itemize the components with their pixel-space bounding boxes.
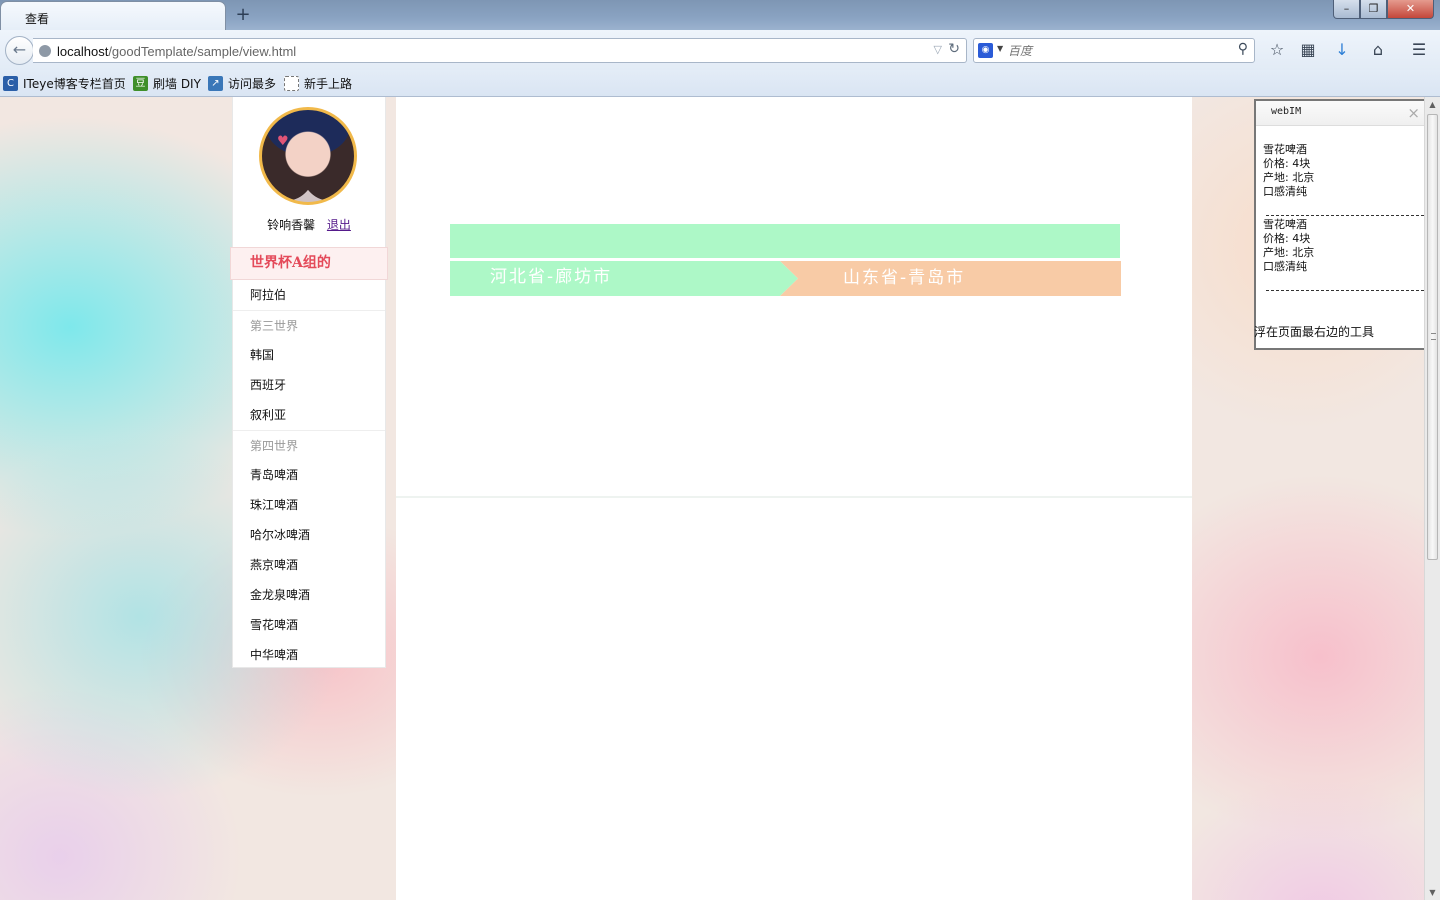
tab-title: 查看 bbox=[25, 12, 50, 26]
menu-title: 世界杯A组的 bbox=[230, 247, 388, 280]
chat-message-line: 产地: 北京 bbox=[1263, 171, 1315, 184]
engine-dropdown-icon[interactable]: ▼ bbox=[997, 44, 1003, 53]
menu-item[interactable]: 韩国 bbox=[233, 340, 385, 370]
menu-item[interactable]: 哈尔冰啤酒 bbox=[233, 520, 385, 550]
sidebar-menu: 阿拉伯 第三世界 韩国 西班牙 叙利亚 第四世界 青岛啤酒 珠江啤酒 哈尔冰啤酒 燕京啤酒 金龙泉啤… bbox=[233, 280, 385, 670]
menu-item[interactable]: 雪花啤酒 bbox=[233, 610, 385, 640]
message-separator bbox=[1266, 215, 1424, 216]
chat-message: 雪花啤酒 价格: 4块 产地: 北京 口感清纯 bbox=[1256, 218, 1424, 291]
restore-button[interactable]: ❐ bbox=[1360, 0, 1387, 19]
heart-icon: ♥ bbox=[277, 134, 289, 149]
back-button[interactable]: ← bbox=[5, 36, 34, 65]
content-divider bbox=[396, 496, 1192, 498]
history-dropdown-icon[interactable]: ▽ bbox=[934, 43, 942, 56]
menu-item[interactable]: 燕京啤酒 bbox=[233, 550, 385, 580]
most-visited-icon: ↗ bbox=[208, 76, 223, 91]
chat-message: 雪花啤酒 价格: 4块 产地: 北京 口感清纯 bbox=[1256, 143, 1424, 216]
close-icon[interactable]: × bbox=[1407, 104, 1420, 122]
bookmark-label: 访问最多 bbox=[228, 77, 277, 91]
url-host: localhost bbox=[57, 44, 109, 59]
user-name: 铃响香馨 bbox=[267, 218, 316, 232]
menu-item[interactable]: 中华啤酒 bbox=[233, 640, 385, 670]
browser-tab[interactable]: 查看 bbox=[0, 1, 226, 31]
menu-item[interactable]: 叙利亚 bbox=[233, 400, 385, 430]
chat-message-line: 价格: 4块 bbox=[1263, 232, 1311, 245]
bookmark-iteye[interactable]: C ITeye博客专栏首页 bbox=[3, 75, 126, 92]
scroll-down-icon[interactable]: ▼ bbox=[1425, 885, 1440, 900]
user-info: 铃响香馨 退出 bbox=[233, 216, 385, 233]
url-text: localhost/goodTemplate/sample/view.html bbox=[57, 44, 296, 59]
chat-message-line: 口感清纯 bbox=[1263, 185, 1307, 198]
bookmark-diy[interactable]: 豆 刷墙 DIY bbox=[133, 75, 201, 92]
search-icon[interactable]: ⚲ bbox=[1238, 41, 1248, 57]
vertical-scrollbar[interactable]: ▲ ▼ bbox=[1424, 97, 1440, 900]
scrollbar-thumb[interactable] bbox=[1427, 114, 1438, 560]
window-controls: – ❐ ✕ bbox=[1333, 0, 1434, 19]
step-bar: 河北省-廊坊市 山东省-青岛市 bbox=[450, 261, 1121, 296]
getting-started-icon bbox=[284, 76, 299, 91]
sidebar: ♥ 铃响香馨 退出 世界杯A组的 阿拉伯 第三世界 韩国 西班牙 叙利亚 第四世界 青岛啤酒… bbox=[230, 97, 388, 670]
menu-item[interactable]: 西班牙 bbox=[233, 370, 385, 400]
main-content: 河北省-廊坊市 山东省-青岛市 bbox=[396, 97, 1192, 900]
search-bar: ◉ ▼ ⚲ bbox=[973, 38, 1255, 63]
chat-message-line: 雪花啤酒 bbox=[1263, 218, 1307, 231]
chat-message-line: 产地: 北京 bbox=[1263, 246, 1315, 259]
minimize-button[interactable]: – bbox=[1333, 0, 1360, 19]
search-input[interactable] bbox=[1008, 42, 1218, 60]
bookmark-star-icon[interactable]: ☆ bbox=[1266, 39, 1288, 61]
user-avatar: ♥ bbox=[259, 107, 357, 205]
chat-message-line: 价格: 4块 bbox=[1263, 157, 1311, 170]
menu-group-label: 第三世界 bbox=[233, 310, 385, 340]
reload-icon[interactable]: ↻ bbox=[948, 41, 960, 57]
home-icon[interactable]: ⌂ bbox=[1367, 39, 1389, 61]
webim-footer: 浮在页面最右边的工具 bbox=[1254, 325, 1375, 339]
downloads-icon[interactable]: ↓ bbox=[1331, 39, 1353, 61]
url-path: /goodTemplate/sample/view.html bbox=[108, 44, 297, 59]
bookmarks-list-icon[interactable]: ▦ bbox=[1297, 39, 1319, 61]
baidu-paw-icon[interactable]: ◉ bbox=[978, 43, 993, 58]
page-viewport: ♥ 铃响香馨 退出 世界杯A组的 阿拉伯 第三世界 韩国 西班牙 叙利亚 第四世界 青岛啤酒… bbox=[0, 97, 1424, 900]
globe-icon bbox=[39, 45, 51, 57]
menu-item[interactable]: 青岛啤酒 bbox=[233, 460, 385, 490]
bookmarks-toolbar: C ITeye博客专栏首页 豆 刷墙 DIY ↗ 访问最多 新手上路 bbox=[0, 70, 1440, 97]
step-current[interactable]: 山东省-青岛市 bbox=[780, 261, 1121, 296]
menu-item[interactable]: 阿拉伯 bbox=[233, 280, 385, 310]
message-separator bbox=[1266, 290, 1424, 291]
chat-message-line: 雪花啤酒 bbox=[1263, 143, 1307, 156]
progress-track bbox=[450, 224, 1120, 258]
bookmark-label: 新手上路 bbox=[304, 77, 353, 91]
menu-item[interactable]: 珠江啤酒 bbox=[233, 490, 385, 520]
webim-title: webIM bbox=[1271, 106, 1302, 117]
bookmark-label: 刷墙 DIY bbox=[153, 77, 201, 91]
logout-link[interactable]: 退出 bbox=[327, 218, 351, 232]
close-window-button[interactable]: ✕ bbox=[1387, 0, 1434, 19]
bookmark-getting-started[interactable]: 新手上路 bbox=[284, 75, 352, 92]
step-completed[interactable]: 河北省-廊坊市 bbox=[450, 261, 798, 296]
webim-header: webIM × bbox=[1256, 101, 1424, 126]
chat-message-line: 口感清纯 bbox=[1263, 260, 1307, 273]
menu-item[interactable]: 金龙泉啤酒 bbox=[233, 580, 385, 610]
diy-icon: 豆 bbox=[133, 76, 148, 91]
webim-messages: 雪花啤酒 价格: 4块 产地: 北京 口感清纯 雪花啤酒 价格: 4块 产地: 北京 口感清纯 bbox=[1256, 128, 1424, 293]
webim-panel: webIM × 雪花啤酒 价格: 4块 产地: 北京 口感清纯 雪花啤酒 价格: 4块 产地… bbox=[1254, 99, 1424, 350]
address-bar[interactable]: localhost/goodTemplate/sample/view.html … bbox=[33, 38, 967, 63]
navigation-toolbar: ← localhost/goodTemplate/sample/view.htm… bbox=[0, 30, 1440, 70]
iteye-icon: C bbox=[3, 76, 18, 91]
bookmark-label: ITeye博客专栏首页 bbox=[23, 77, 126, 91]
menu-group-label: 第四世界 bbox=[233, 430, 385, 460]
menu-icon[interactable]: ☰ bbox=[1408, 39, 1430, 61]
grip-icon bbox=[1431, 333, 1436, 340]
title-bar: 查看 + – ❐ ✕ bbox=[0, 0, 1440, 31]
scroll-up-icon[interactable]: ▲ bbox=[1425, 97, 1440, 112]
bookmark-most-visited[interactable]: ↗ 访问最多 bbox=[208, 75, 276, 92]
new-tab-button[interactable]: + bbox=[233, 4, 253, 26]
back-arrow-icon: ← bbox=[12, 40, 27, 59]
